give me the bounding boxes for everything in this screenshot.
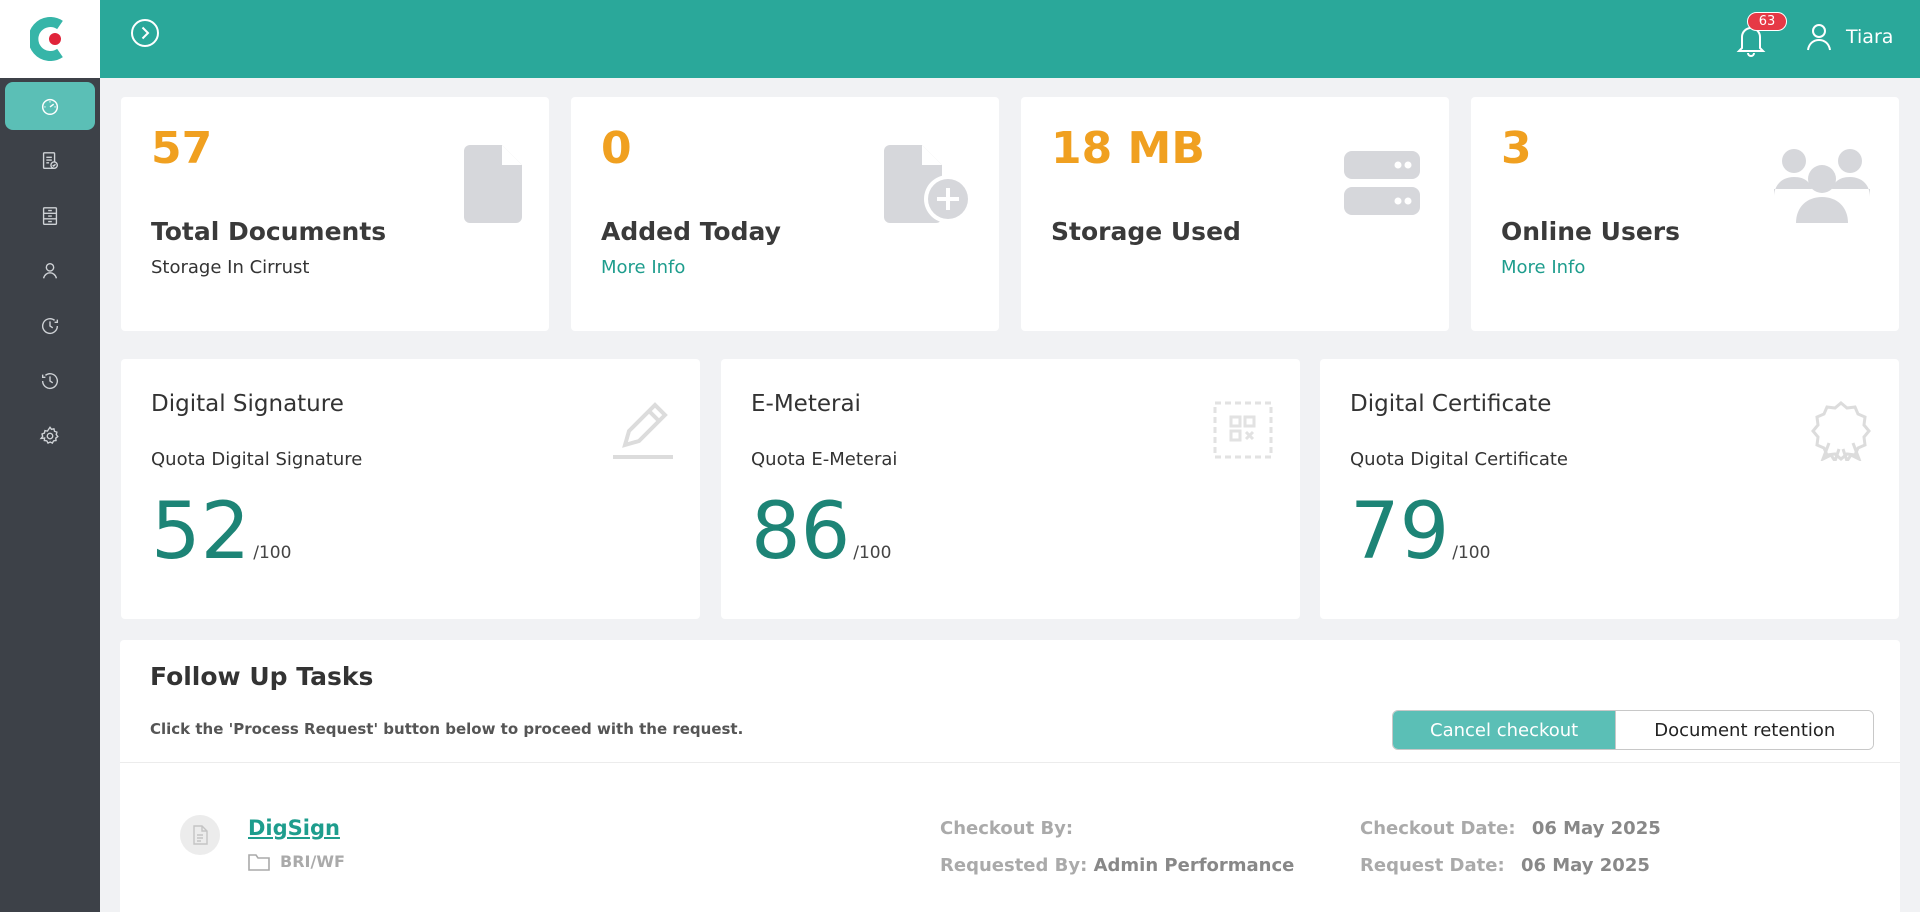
folder-icon	[248, 853, 270, 871]
stamp-qr-icon	[1213, 401, 1273, 459]
stat-value: 57	[151, 123, 213, 174]
quota-total: /100	[1452, 543, 1491, 563]
task-name-link[interactable]: DigSign	[248, 816, 340, 840]
quota-card-digital-certificate: Digital Certificate Quota Digital Certif…	[1320, 359, 1899, 619]
stat-card-storage-used: 18 MB Storage Used	[1021, 97, 1449, 331]
nav-documents[interactable]	[5, 137, 95, 185]
nav-archive[interactable]	[5, 192, 95, 240]
quota-card-digital-signature: Digital Signature Quota Digital Signatur…	[121, 359, 700, 619]
quota-title: Digital Signature	[151, 391, 344, 417]
archive-icon	[42, 207, 58, 225]
nav-settings[interactable]	[5, 412, 95, 460]
document-icon	[464, 145, 522, 223]
request-date-value: 06 May 2025	[1520, 855, 1650, 876]
requested-by-label: Requested By:	[940, 855, 1088, 876]
quota-used: 52	[151, 487, 251, 577]
stat-subtitle: More Info	[601, 257, 685, 278]
nav-activity[interactable]	[5, 357, 95, 405]
document-add-icon	[884, 145, 972, 223]
checkout-date-value: 06 May 2025	[1531, 818, 1661, 839]
user-menu[interactable]: Tiara	[1806, 20, 1893, 54]
task-row: DigSign BRI/WF Checkout By: Requested By…	[120, 810, 1900, 890]
badge-icon	[1811, 401, 1871, 461]
nav-dashboard[interactable]	[5, 82, 95, 130]
quota-value: 52 /100	[151, 487, 291, 577]
quota-total: /100	[853, 543, 892, 563]
task-filter-group: Cancel checkout Document retention	[1392, 710, 1875, 750]
quota-subtitle: Quota E-Meterai	[751, 449, 898, 470]
checkout-by-label: Checkout By:	[940, 818, 1074, 839]
stat-title: Storage Used	[1051, 217, 1241, 246]
dashboard-icon	[41, 98, 59, 115]
pen-icon	[613, 402, 673, 459]
quota-subtitle: Quota Digital Certificate	[1350, 449, 1568, 470]
users-icon	[1774, 149, 1870, 223]
request-date-label: Request Date:	[1360, 855, 1505, 876]
task-folder-path: BRI/WF	[280, 852, 345, 871]
stat-subtitle: More Info	[1501, 257, 1585, 278]
document-avatar	[180, 815, 220, 855]
checkout-date: Checkout Date: 06 May 2025	[1360, 818, 1661, 839]
document-check-icon	[42, 152, 59, 170]
stat-title: Online Users	[1501, 217, 1680, 246]
logo-icon	[30, 17, 63, 61]
server-icon	[1344, 151, 1420, 215]
history-icon	[42, 318, 59, 335]
quota-title: Digital Certificate	[1350, 391, 1552, 417]
follow-up-tasks-panel: Follow Up Tasks Click the 'Process Reque…	[120, 640, 1900, 912]
stat-title: Total Documents	[151, 217, 387, 246]
sidebar	[0, 0, 100, 912]
user-icon	[1807, 24, 1831, 51]
app-logo[interactable]	[0, 0, 100, 78]
nav-users[interactable]	[5, 247, 95, 295]
user-name: Tiara	[1846, 26, 1894, 48]
quota-title: E-Meterai	[751, 391, 861, 417]
document-icon	[193, 825, 208, 845]
quota-subtitle: Quota Digital Signature	[151, 449, 363, 470]
sidebar-toggle-icon[interactable]	[130, 18, 160, 48]
request-date: Request Date: 06 May 2025	[1360, 855, 1650, 876]
quota-value: 79 /100	[1350, 487, 1490, 577]
quota-used: 79	[1350, 487, 1450, 577]
stat-value: 18 MB	[1051, 123, 1205, 174]
checkout-by: Checkout By:	[940, 818, 1073, 839]
requested-by: Requested By: Admin Performance	[940, 855, 1294, 876]
more-info-link[interactable]: More Info	[1501, 257, 1585, 278]
stat-value: 3	[1501, 123, 1532, 174]
document-retention-button[interactable]: Document retention	[1615, 711, 1874, 749]
divider	[120, 762, 1900, 763]
clock-icon	[41, 373, 58, 390]
requested-by-value: Admin Performance	[1093, 855, 1295, 876]
nav-history[interactable]	[5, 302, 95, 350]
notification-badge: 63	[1747, 12, 1787, 31]
tasks-hint: Click the 'Process Request' button below…	[150, 720, 744, 738]
quota-used: 86	[751, 487, 851, 577]
cancel-checkout-button[interactable]: Cancel checkout	[1393, 711, 1616, 749]
quota-value: 86 /100	[751, 487, 891, 577]
gear-icon	[39, 426, 59, 444]
checkout-date-label: Checkout Date:	[1360, 818, 1516, 839]
top-bar: 63 Tiara	[100, 0, 1920, 78]
stat-card-total-documents: 57 Total Documents Storage In Cirrust	[121, 97, 549, 331]
stat-subtitle: Storage In Cirrust	[151, 257, 310, 278]
stat-value: 0	[601, 123, 632, 174]
stat-card-added-today: 0 Added Today More Info	[571, 97, 999, 331]
task-folder: BRI/WF	[248, 852, 345, 871]
stat-title: Added Today	[601, 217, 781, 246]
tasks-title: Follow Up Tasks	[150, 662, 374, 691]
stat-card-online-users: 3 Online Users More Info	[1471, 97, 1899, 331]
quota-card-e-meterai: E-Meterai Quota E-Meterai 86 /100	[721, 359, 1300, 619]
quota-total: /100	[253, 543, 292, 563]
user-icon	[42, 262, 58, 279]
more-info-link[interactable]: More Info	[601, 257, 685, 278]
